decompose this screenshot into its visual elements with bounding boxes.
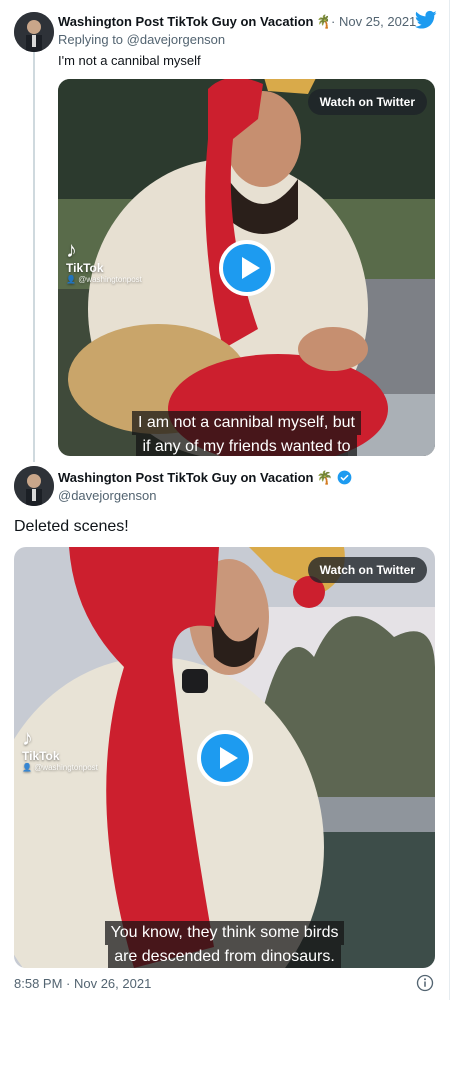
tweet-text: Deleted scenes! <box>14 518 129 535</box>
watch-on-twitter-button[interactable]: Watch on Twitter <box>307 89 427 115</box>
caption-line-1: You know, they think some birds <box>104 921 345 945</box>
tiktok-word: TikTok <box>66 261 104 275</box>
play-icon[interactable] <box>219 240 275 296</box>
caption-line-2: if any of my friends wanted to <box>136 435 357 456</box>
tiktok-user-text: @washingtonpost <box>34 763 98 772</box>
author-name-text: Washington Post TikTok Guy on Vacation <box>58 470 314 485</box>
tiktok-word: TikTok <box>22 749 60 763</box>
thread-connector-line <box>33 52 35 462</box>
tweet-date[interactable]: · Nov 25, 2021 <box>328 14 417 29</box>
author-name-text: Washington Post TikTok Guy on Vacation <box>58 14 314 29</box>
caption-line-2: are descended from dinosaurs. <box>108 945 341 968</box>
play-icon[interactable] <box>197 730 253 786</box>
tiktok-user-text: @washingtonpost <box>78 275 142 284</box>
tiktok-user: 👤 @washingtonpost <box>22 763 98 772</box>
author-avatar[interactable] <box>14 12 54 52</box>
tweet-timestamp[interactable]: 8:58 PM · Nov 26, 2021 <box>14 976 151 991</box>
video-caption: I am not a cannibal myself, but if any o… <box>58 411 435 456</box>
palm-tree-emoji: 🌴 <box>316 470 333 485</box>
tweet-date-text: Nov 25, 2021 <box>338 14 417 29</box>
tiktok-watermark: ♪ TikTok 👤 @washingtonpost <box>66 237 142 285</box>
info-icon[interactable] <box>416 974 434 992</box>
tweet-embed-card: Washington Post TikTok Guy on Vacation 🌴 … <box>0 0 450 1000</box>
author-name[interactable]: Washington Post TikTok Guy on Vacation 🌴 <box>58 14 352 30</box>
video-player[interactable]: Watch on Twitter ♪ TikTok 👤 @washingtonp… <box>14 547 435 968</box>
author-name[interactable]: Washington Post TikTok Guy on Vacation 🌴 <box>58 470 352 486</box>
author-avatar[interactable] <box>14 466 54 506</box>
replying-to[interactable]: Replying to @davejorgenson <box>58 32 225 47</box>
tiktok-logo-icon: ♪ <box>66 237 77 262</box>
tiktok-logo-icon: ♪ <box>22 725 33 750</box>
tiktok-watermark: ♪ TikTok 👤 @washingtonpost <box>22 725 98 773</box>
tiktok-user: 👤 @washingtonpost <box>66 275 142 284</box>
verified-badge-icon <box>337 470 352 485</box>
twitter-bird-icon[interactable] <box>415 10 437 30</box>
caption-line-1: I am not a cannibal myself, but <box>132 411 361 435</box>
tweet-text: I'm not a cannibal myself <box>58 53 201 68</box>
video-caption: You know, they think some birds are desc… <box>14 921 435 968</box>
video-player[interactable]: Watch on Twitter ♪ TikTok 👤 @washingtonp… <box>58 79 435 456</box>
watch-on-twitter-button[interactable]: Watch on Twitter <box>307 557 427 583</box>
author-handle[interactable]: @davejorgenson <box>58 488 156 503</box>
